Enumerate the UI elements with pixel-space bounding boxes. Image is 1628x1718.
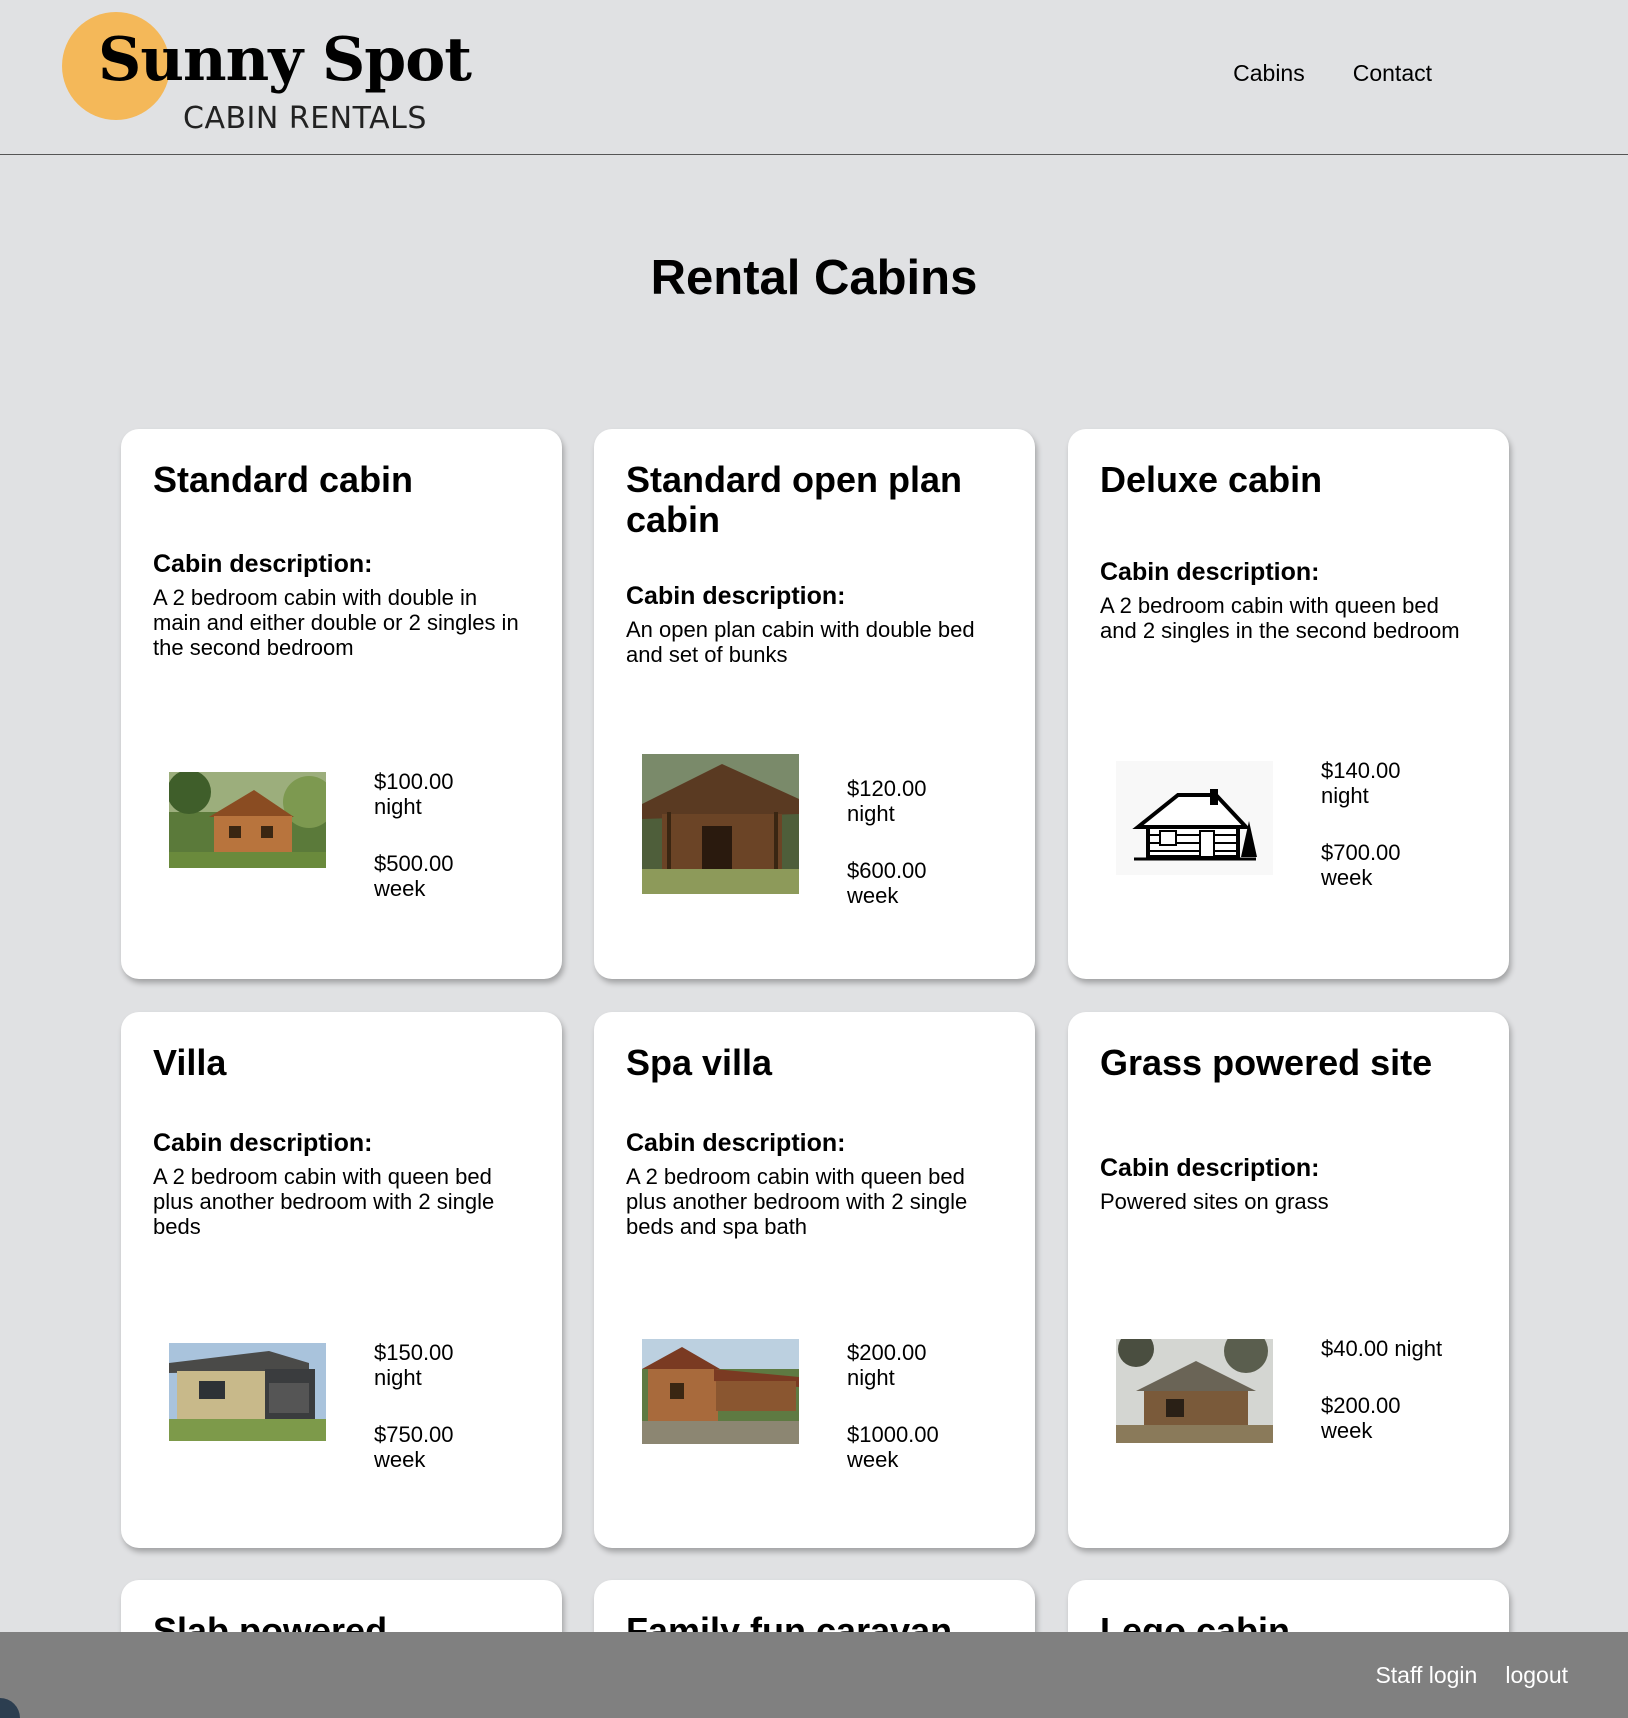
footer-links: Staff login logout bbox=[1375, 1662, 1568, 1689]
page-title: Rental Cabins bbox=[650, 251, 978, 305]
cabin-description-label: Cabin description: bbox=[1100, 1154, 1320, 1182]
cabin-photo bbox=[642, 754, 799, 894]
cabin-prices: $150.00 night $750.00 week bbox=[374, 1340, 454, 1472]
cabin-description: A 2 bedroom cabin with queen bed plus an… bbox=[153, 1164, 495, 1239]
cabin-prices: $200.00 night $1000.00 week bbox=[847, 1340, 939, 1472]
night-price: $120.00 bbox=[847, 776, 927, 801]
logo-subtitle: CABIN RENTALS bbox=[183, 101, 427, 136]
week-unit: week bbox=[847, 1447, 899, 1472]
cabin-card: Villa Cabin description: A 2 bedroom cab… bbox=[121, 1012, 562, 1548]
week-price: $200.00 bbox=[1321, 1393, 1401, 1418]
cabin-card: Standard open plan cabin Cabin descripti… bbox=[594, 429, 1035, 979]
cabin-description: An open plan cabin with double bed and s… bbox=[626, 617, 975, 667]
cabin-description-label: Cabin description: bbox=[153, 1129, 373, 1157]
cabin-name: Grass powered site bbox=[1100, 1042, 1433, 1083]
site-header: Sunny Spot CABIN RENTALS Cabins Contact bbox=[0, 0, 1628, 155]
week-price: $700.00 bbox=[1321, 840, 1401, 865]
week-price: $600.00 bbox=[847, 858, 927, 883]
cabin-photo bbox=[642, 1339, 799, 1444]
night-price: $150.00 bbox=[374, 1340, 454, 1365]
week-price: $1000.00 bbox=[847, 1422, 939, 1447]
week-unit: week bbox=[847, 883, 899, 908]
cabin-description-label: Cabin description: bbox=[1100, 558, 1320, 586]
nav-link-cabins[interactable]: Cabins bbox=[1233, 60, 1305, 87]
week-unit: week bbox=[1321, 865, 1373, 890]
corner-decoration bbox=[0, 1698, 20, 1718]
week-price: $500.00 bbox=[374, 851, 454, 876]
cabin-description: Powered sites on grass bbox=[1100, 1189, 1329, 1214]
night-price: $200.00 bbox=[847, 1340, 927, 1365]
cabin-name: Villa bbox=[153, 1042, 227, 1083]
cabin-card: Grass powered site Cabin description: Po… bbox=[1068, 1012, 1509, 1548]
cabin-sketch-icon bbox=[1116, 761, 1273, 875]
cabin-description: A 2 bedroom cabin with double in main an… bbox=[153, 585, 519, 660]
cabin-photo bbox=[1116, 1339, 1273, 1443]
cabin-description-label: Cabin description: bbox=[153, 550, 373, 578]
cabin-card: Standard cabin Cabin description: A 2 be… bbox=[121, 429, 562, 979]
night-unit: night bbox=[1321, 783, 1369, 808]
week-unit: week bbox=[374, 876, 426, 901]
cabin-name: Spa villa bbox=[626, 1042, 773, 1083]
cabin-card: Spa villa Cabin description: A 2 bedroom… bbox=[594, 1012, 1035, 1548]
cabin-description-label: Cabin description: bbox=[626, 1129, 846, 1157]
night-price: $40.00 night bbox=[1321, 1336, 1443, 1361]
week-unit: week bbox=[1321, 1418, 1373, 1443]
cabin-description: A 2 bedroom cabin with queen bed plus an… bbox=[626, 1164, 968, 1239]
night-price: $100.00 bbox=[374, 769, 454, 794]
nav-link-contact[interactable]: Contact bbox=[1353, 60, 1432, 87]
cabin-prices: $120.00 night $600.00 week bbox=[847, 776, 927, 908]
staff-login-link[interactable]: Staff login bbox=[1375, 1662, 1477, 1689]
cabin-description: A 2 bedroom cabin with queen bed and 2 s… bbox=[1100, 593, 1460, 643]
cabin-card: Deluxe cabin Cabin description: A 2 bedr… bbox=[1068, 429, 1509, 979]
main-nav: Cabins Contact bbox=[1233, 60, 1432, 87]
night-unit: night bbox=[847, 1365, 895, 1390]
night-unit: night bbox=[374, 794, 422, 819]
night-unit: night bbox=[374, 1365, 422, 1390]
cabin-name: Standard cabin bbox=[153, 459, 414, 500]
logo-title: Sunny Spot bbox=[98, 25, 472, 95]
cabin-photo bbox=[169, 1343, 326, 1441]
night-unit: night bbox=[847, 801, 895, 826]
logout-link[interactable]: logout bbox=[1505, 1662, 1568, 1689]
cabin-prices: $140.00 night $700.00 week bbox=[1321, 758, 1401, 890]
week-unit: week bbox=[374, 1447, 426, 1472]
cabin-prices: $40.00 night $200.00 week bbox=[1321, 1336, 1481, 1443]
page: Sunny Spot CABIN RENTALS Cabins Contact … bbox=[0, 0, 1628, 1718]
logo[interactable]: Sunny Spot CABIN RENTALS bbox=[62, 12, 472, 142]
cabin-name: Deluxe cabin bbox=[1100, 459, 1323, 500]
week-price: $750.00 bbox=[374, 1422, 454, 1447]
cabin-description-label: Cabin description: bbox=[626, 582, 846, 610]
cabin-name: Standard open plan cabin bbox=[626, 459, 963, 540]
cabin-prices: $100.00 night $500.00 week bbox=[374, 769, 454, 901]
night-price: $140.00 bbox=[1321, 758, 1401, 783]
cabin-photo bbox=[169, 772, 326, 868]
site-footer: Staff login logout bbox=[0, 1632, 1628, 1718]
